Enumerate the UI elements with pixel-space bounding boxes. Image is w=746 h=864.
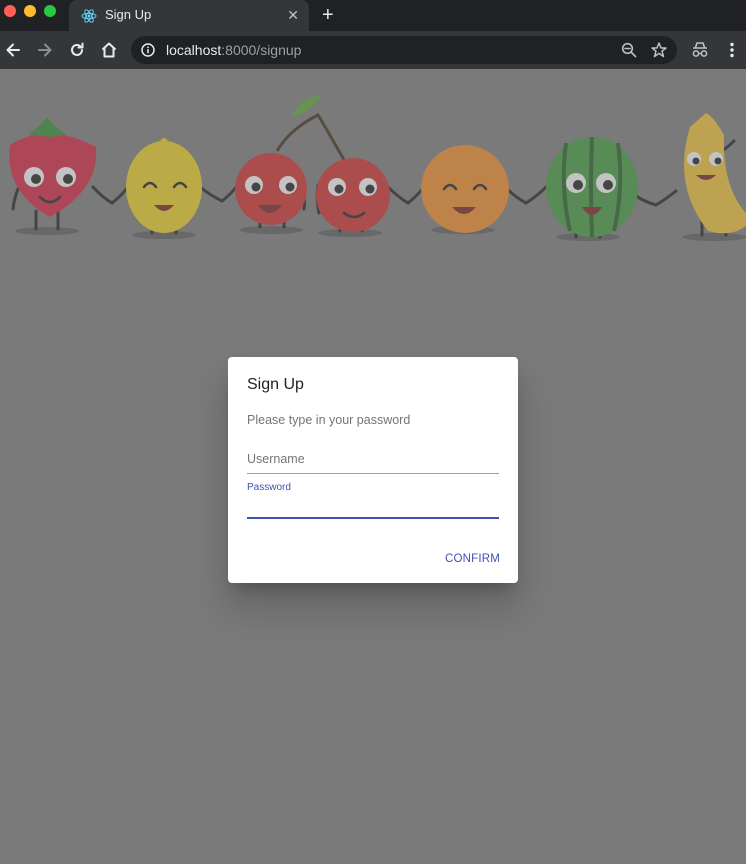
username-label: Username — [247, 452, 305, 466]
browser-toolbar: localhost:8000/signup — [0, 31, 746, 69]
incognito-icon[interactable] — [690, 41, 710, 59]
back-arrow-icon[interactable] — [3, 40, 23, 60]
react-icon — [81, 9, 97, 23]
zoom-icon[interactable] — [621, 42, 637, 58]
confirm-button[interactable]: CONFIRM — [445, 553, 500, 565]
tab-title: Sign Up — [105, 7, 152, 22]
browser-tab-bar: Sign Up ✕ + — [0, 0, 746, 31]
username-field[interactable]: Username — [247, 449, 499, 474]
password-label: Password — [247, 482, 291, 493]
password-field[interactable]: Password — [247, 481, 499, 519]
url-host: localhost — [166, 42, 222, 58]
home-icon[interactable] — [99, 40, 119, 60]
tab-close-icon[interactable]: ✕ — [287, 6, 299, 24]
dialog-title: Sign Up — [247, 376, 304, 393]
dialog-instruction: Please type in your password — [247, 413, 411, 427]
new-tab-button[interactable]: + — [322, 3, 334, 27]
window-maximize-button[interactable] — [44, 5, 56, 17]
signup-dialog: Sign Up Please type in your password Use… — [228, 357, 518, 583]
address-url: localhost:8000/signup — [166, 42, 301, 58]
browser-tab[interactable]: Sign Up ✕ — [69, 0, 309, 31]
reload-icon[interactable] — [67, 40, 87, 60]
star-icon[interactable] — [650, 41, 668, 59]
info-icon[interactable] — [141, 43, 155, 57]
url-path: :8000/signup — [221, 42, 302, 58]
menu-icon[interactable] — [726, 41, 738, 59]
address-bar[interactable]: localhost:8000/signup — [131, 36, 677, 64]
fruit-banner-image — [9, 95, 746, 241]
forward-arrow-icon[interactable] — [35, 40, 55, 60]
password-input[interactable] — [247, 495, 497, 513]
window-minimize-button[interactable] — [24, 5, 36, 17]
window-close-button[interactable] — [4, 5, 16, 17]
page-content: Sign Up Please type in your password Use… — [0, 69, 746, 864]
